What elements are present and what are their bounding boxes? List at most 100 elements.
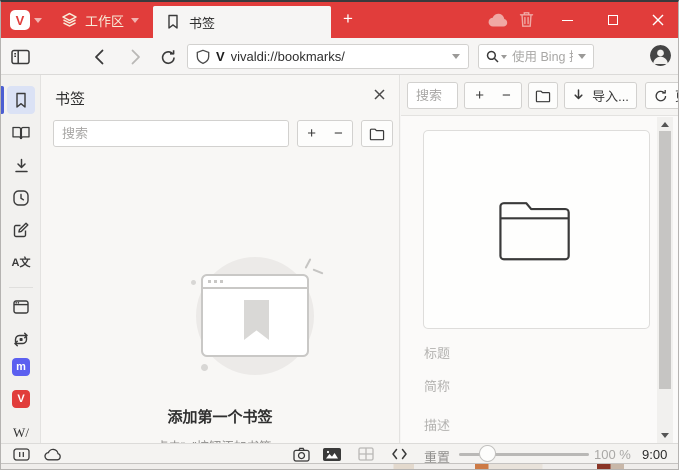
bookmarks-manager: + − 导入... 更 [401,75,678,443]
manager-add-remove-buttons: + − [464,82,522,109]
vivaldi-logo-glyph: V [15,12,25,28]
sidebar-item-windows[interactable] [7,293,35,321]
field-title[interactable]: 标题 [424,343,450,362]
decor-dot [201,364,208,371]
search-field-container[interactable] [478,44,594,69]
more-label: 更 [675,86,678,105]
empty-state-heading: 添加第一个书签 [167,409,273,426]
panel-title: 书签 [55,91,86,108]
tab-label: 书签 [189,15,216,31]
sidebar-item-bookmarks[interactable] [7,86,35,114]
field-description[interactable]: 描述 [424,415,450,434]
sidebar-item-reading-list[interactable] [7,119,35,147]
panel-toggle-status-icon[interactable] [9,445,33,463]
folder-preview-icon [498,201,570,260]
reading-list-icon [12,126,30,140]
workspace-caret-icon [131,17,140,23]
sync-status-cloud-icon[interactable] [41,445,65,463]
maximize-icon [608,15,618,25]
clock: 9:00 [642,447,668,462]
close-button[interactable] [641,2,675,38]
wikipedia-icon: W/ [13,425,29,440]
translate-icon: A文 [11,257,31,269]
forward-button[interactable] [125,46,147,68]
minimize-icon [561,19,573,21]
tab-bar: V 工作区 书签 + [1,2,678,38]
remove-bookmark-button[interactable]: − [493,87,520,104]
remove-bookmark-button[interactable]: − [325,125,352,142]
scrollbar[interactable] [657,117,673,443]
mastodon-icon: m [12,358,30,376]
minimize-button[interactable] [550,2,584,38]
sidebar-separator [9,287,33,288]
sidebar-item-downloads[interactable] [7,151,35,179]
bookmark-icon [166,14,180,30]
sidebar-item-sessions[interactable] [7,325,35,353]
back-button[interactable] [88,46,110,68]
desktop-sliver [1,463,678,469]
add-bookmark-button[interactable]: + [298,125,325,142]
refresh-icon [655,89,667,101]
manager-new-folder-button[interactable] [528,82,558,109]
panel-add-remove-buttons: + − [297,120,353,147]
illustration-bookmark-ribbon [244,300,269,340]
zoom-slider-handle[interactable] [479,445,496,462]
field-nickname[interactable]: 简称 [424,376,450,395]
url-dropdown-caret-icon[interactable] [452,54,460,59]
status-bar: 重置 100 % 9:00 [1,443,678,465]
sidebar-item-translate[interactable]: A文 [7,248,35,276]
browser-window: V 工作区 书签 + V vivaldi://bookmarks/ 使用 Bin… [0,0,679,470]
scrollbar-thumb[interactable] [659,131,671,389]
panel-search-input[interactable] [53,120,289,147]
add-bookmark-button[interactable]: + [466,87,493,104]
reload-button[interactable] [157,46,179,68]
new-tab-button[interactable]: + [337,7,359,31]
panel-new-folder-button[interactable] [361,120,393,147]
manager-toolbar: + − 导入... 更 [401,75,678,116]
panel-toggle-icon[interactable] [9,46,31,68]
trash-closed-tabs-icon[interactable] [519,11,534,28]
capture-page-icon[interactable] [289,445,313,463]
profile-avatar[interactable] [650,45,671,66]
refresh-thumbnail-button[interactable]: 更 [645,82,678,109]
workspace-layers-icon [61,12,78,28]
panel-close-button[interactable] [374,89,385,100]
workspace-label: 工作区 [85,13,125,29]
sidebar-item-notes[interactable] [7,216,35,244]
url-field[interactable]: V vivaldi://bookmarks/ [187,44,469,69]
site-favicon-v: V [216,49,225,64]
sidebar-item-history[interactable] [7,184,35,212]
vivaldi-menu-logo[interactable]: V [10,10,30,30]
bookmark-icon [16,92,26,108]
sync-cloud-icon[interactable] [488,13,509,27]
folder-icon [369,128,385,140]
maximize-button[interactable] [596,2,630,38]
tiling-grid-icon[interactable] [354,445,378,463]
sidebar-item-vivaldi[interactable]: V [7,385,35,413]
notes-icon [13,222,29,238]
menu-caret-icon[interactable] [34,18,42,23]
address-bar: V vivaldi://bookmarks/ [1,38,678,75]
downloads-icon [14,158,28,172]
manager-search-input[interactable] [407,82,458,109]
illustration-browser-window [201,274,309,357]
scroll-up-icon[interactable] [661,122,669,127]
search-engine-caret-icon [501,54,507,59]
window-icon [13,300,29,314]
close-icon [652,14,664,26]
sidebar-item-mastodon[interactable]: m [7,353,35,381]
workspace-button[interactable]: 工作区 [61,8,140,32]
scroll-down-icon[interactable] [661,433,669,438]
import-button[interactable]: 导入... [564,82,637,109]
session-loop-icon [14,332,28,346]
folder-icon [535,90,551,102]
web-search-input[interactable] [512,49,573,64]
search-engine-icon[interactable] [486,50,507,63]
search-dropdown-caret-icon[interactable] [578,54,586,59]
tab-bookmarks[interactable]: 书签 [153,6,331,38]
active-panel-accent [1,86,4,114]
page-actions-image-icon[interactable] [320,445,344,463]
bookmark-preview-card [423,130,650,329]
shield-icon [196,49,210,65]
developer-code-icon[interactable] [387,445,411,463]
